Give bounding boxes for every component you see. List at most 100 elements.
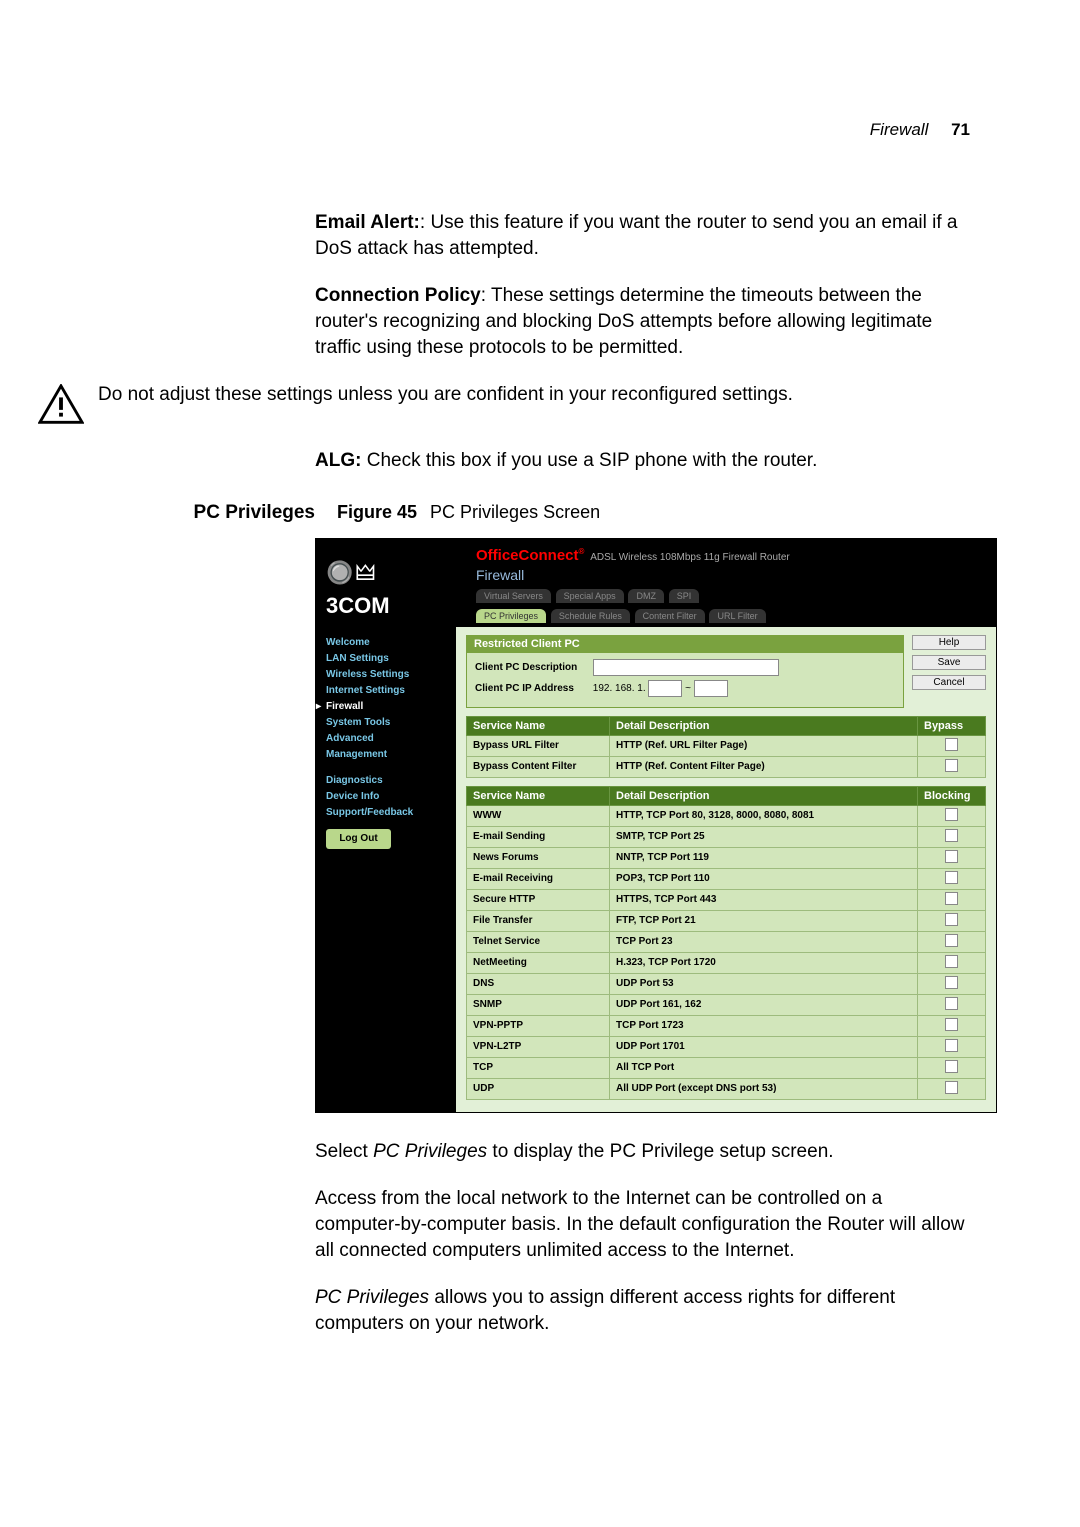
cell-detail: TCP Port 1723 xyxy=(610,1015,918,1036)
client-desc-input[interactable] xyxy=(593,659,779,676)
cell-blocking xyxy=(918,868,986,889)
blocking-checkbox[interactable] xyxy=(945,1039,958,1052)
cancel-button[interactable]: Cancel xyxy=(912,675,986,690)
table-row: WWWHTTP, TCP Port 80, 3128, 8000, 8080, … xyxy=(467,805,986,826)
cell-detail: All TCP Port xyxy=(610,1057,918,1078)
after-fig-p3: PC Privileges allows you to assign diffe… xyxy=(315,1285,970,1336)
pc-privileges-screenshot: 🔘🜲 3COM OfficeConnect® ADSL Wireless 108… xyxy=(315,538,997,1113)
blocking-checkbox[interactable] xyxy=(945,1018,958,1031)
save-button[interactable]: Save xyxy=(912,655,986,670)
blocking-checkbox[interactable] xyxy=(945,913,958,926)
table-row: DNSUDP Port 53 xyxy=(467,973,986,994)
table-row: UDPAll UDP Port (except DNS port 53) xyxy=(467,1078,986,1099)
figure-caption-text: PC Privileges Screen xyxy=(430,502,600,522)
cell-blocking xyxy=(918,847,986,868)
block-th-service: Service Name xyxy=(467,786,610,805)
cell-blocking xyxy=(918,931,986,952)
table-row: VPN-L2TPUDP Port 1701 xyxy=(467,1036,986,1057)
table-row: File TransferFTP, TCP Port 21 xyxy=(467,910,986,931)
ip-range-sep: ~ xyxy=(685,683,691,694)
running-head: Firewall 71 xyxy=(100,120,970,140)
client-ip-to-input[interactable] xyxy=(694,680,728,697)
tab-special-apps[interactable]: Special Apps xyxy=(556,589,624,603)
bypass-checkbox[interactable] xyxy=(945,738,958,751)
sidebar-item-support[interactable]: Support/Feedback xyxy=(326,805,456,821)
sidebar-item-device-info[interactable]: Device Info xyxy=(326,789,456,805)
cell-service: WWW xyxy=(467,805,610,826)
cell-service: Bypass Content Filter xyxy=(467,756,610,777)
blocking-checkbox[interactable] xyxy=(945,808,958,821)
sidebar-item-lan[interactable]: LAN Settings xyxy=(326,651,456,667)
table-row: E-mail SendingSMTP, TCP Port 25 xyxy=(467,826,986,847)
page-number: 71 xyxy=(951,120,970,139)
table-row: VPN-PPTPTCP Port 1723 xyxy=(467,1015,986,1036)
blocking-checkbox[interactable] xyxy=(945,829,958,842)
cell-detail: POP3, TCP Port 110 xyxy=(610,868,918,889)
table-row: TCPAll TCP Port xyxy=(467,1057,986,1078)
cell-detail: UDP Port 53 xyxy=(610,973,918,994)
cell-detail: UDP Port 1701 xyxy=(610,1036,918,1057)
cell-service: NetMeeting xyxy=(467,952,610,973)
cell-blocking xyxy=(918,952,986,973)
alg-text: Check this box if you use a SIP phone wi… xyxy=(361,450,817,471)
logo-glyphs: 🔘🜲 xyxy=(326,547,456,593)
cell-detail: HTTP (Ref. Content Filter Page) xyxy=(610,756,918,777)
blocking-checkbox[interactable] xyxy=(945,976,958,989)
blocking-checkbox[interactable] xyxy=(945,1081,958,1094)
conn-policy-label: Connection Policy xyxy=(315,285,481,306)
cell-service: News Forums xyxy=(467,847,610,868)
tab-pc-privileges[interactable]: PC Privileges xyxy=(476,609,546,623)
cell-detail: All UDP Port (except DNS port 53) xyxy=(610,1078,918,1099)
tab-virtual-servers[interactable]: Virtual Servers xyxy=(476,589,551,603)
bypass-checkbox[interactable] xyxy=(945,759,958,772)
cell-detail: HTTPS, TCP Port 443 xyxy=(610,889,918,910)
tab-schedule-rules[interactable]: Schedule Rules xyxy=(551,609,630,623)
table-row: Bypass Content FilterHTTP (Ref. Content … xyxy=(467,756,986,777)
blocking-checkbox[interactable] xyxy=(945,997,958,1010)
sidebar-item-system-tools[interactable]: System Tools xyxy=(326,715,456,731)
panel-title: Restricted Client PC xyxy=(466,635,904,653)
section-label: PC Privileges xyxy=(100,502,337,524)
cell-detail: UDP Port 161, 162 xyxy=(610,994,918,1015)
block-th-blocking: Blocking xyxy=(918,786,986,805)
blocking-checkbox[interactable] xyxy=(945,1060,958,1073)
cell-service: Telnet Service xyxy=(467,931,610,952)
sidebar-item-diagnostics[interactable]: Diagnostics xyxy=(326,773,456,789)
blocking-checkbox[interactable] xyxy=(945,955,958,968)
blocking-checkbox[interactable] xyxy=(945,850,958,863)
cell-blocking xyxy=(918,889,986,910)
sidebar-item-advanced[interactable]: Advanced xyxy=(326,731,456,747)
blocking-checkbox[interactable] xyxy=(945,871,958,884)
tab-content-filter[interactable]: Content Filter xyxy=(635,609,705,623)
tab-dmz[interactable]: DMZ xyxy=(628,589,664,603)
alg-label: ALG: xyxy=(315,450,361,471)
sidebar-item-firewall[interactable]: Firewall xyxy=(326,699,456,715)
table-row: News ForumsNNTP, TCP Port 119 xyxy=(467,847,986,868)
paragraph-email-alert: Email Alert:: Use this feature if you wa… xyxy=(315,210,970,261)
blocking-table: Service Name Detail Description Blocking… xyxy=(466,786,986,1100)
sidebar-item-welcome[interactable]: Welcome xyxy=(326,635,456,651)
email-alert-label: Email Alert: xyxy=(315,212,420,233)
sidebar-item-wireless[interactable]: Wireless Settings xyxy=(326,667,456,683)
cell-bypass xyxy=(918,735,986,756)
help-button[interactable]: Help xyxy=(912,635,986,650)
running-head-section: Firewall xyxy=(870,120,929,139)
figure-caption: Figure 45 PC Privileges Screen xyxy=(337,502,600,523)
tab-url-filter[interactable]: URL Filter xyxy=(709,609,765,623)
brand-text: 3COM xyxy=(326,593,456,619)
tab-spi[interactable]: SPI xyxy=(669,589,700,603)
blocking-checkbox[interactable] xyxy=(945,934,958,947)
cell-blocking xyxy=(918,805,986,826)
client-ip-from-input[interactable] xyxy=(648,680,682,697)
cell-service: DNS xyxy=(467,973,610,994)
sidebar-item-management[interactable]: Management xyxy=(326,747,456,763)
paragraph-connection-policy: Connection Policy: These settings determ… xyxy=(315,283,970,360)
tabs-row-2: PC Privileges Schedule Rules Content Fil… xyxy=(476,609,986,623)
blocking-checkbox[interactable] xyxy=(945,892,958,905)
logout-button[interactable]: Log Out xyxy=(326,829,391,849)
caution-text: Do not adjust these settings unless you … xyxy=(98,382,793,408)
sidebar-item-internet[interactable]: Internet Settings xyxy=(326,683,456,699)
figure-number: Figure 45 xyxy=(337,502,417,522)
cell-service: E-mail Receiving xyxy=(467,868,610,889)
sidebar-nav: Welcome LAN Settings Wireless Settings I… xyxy=(316,627,456,1112)
